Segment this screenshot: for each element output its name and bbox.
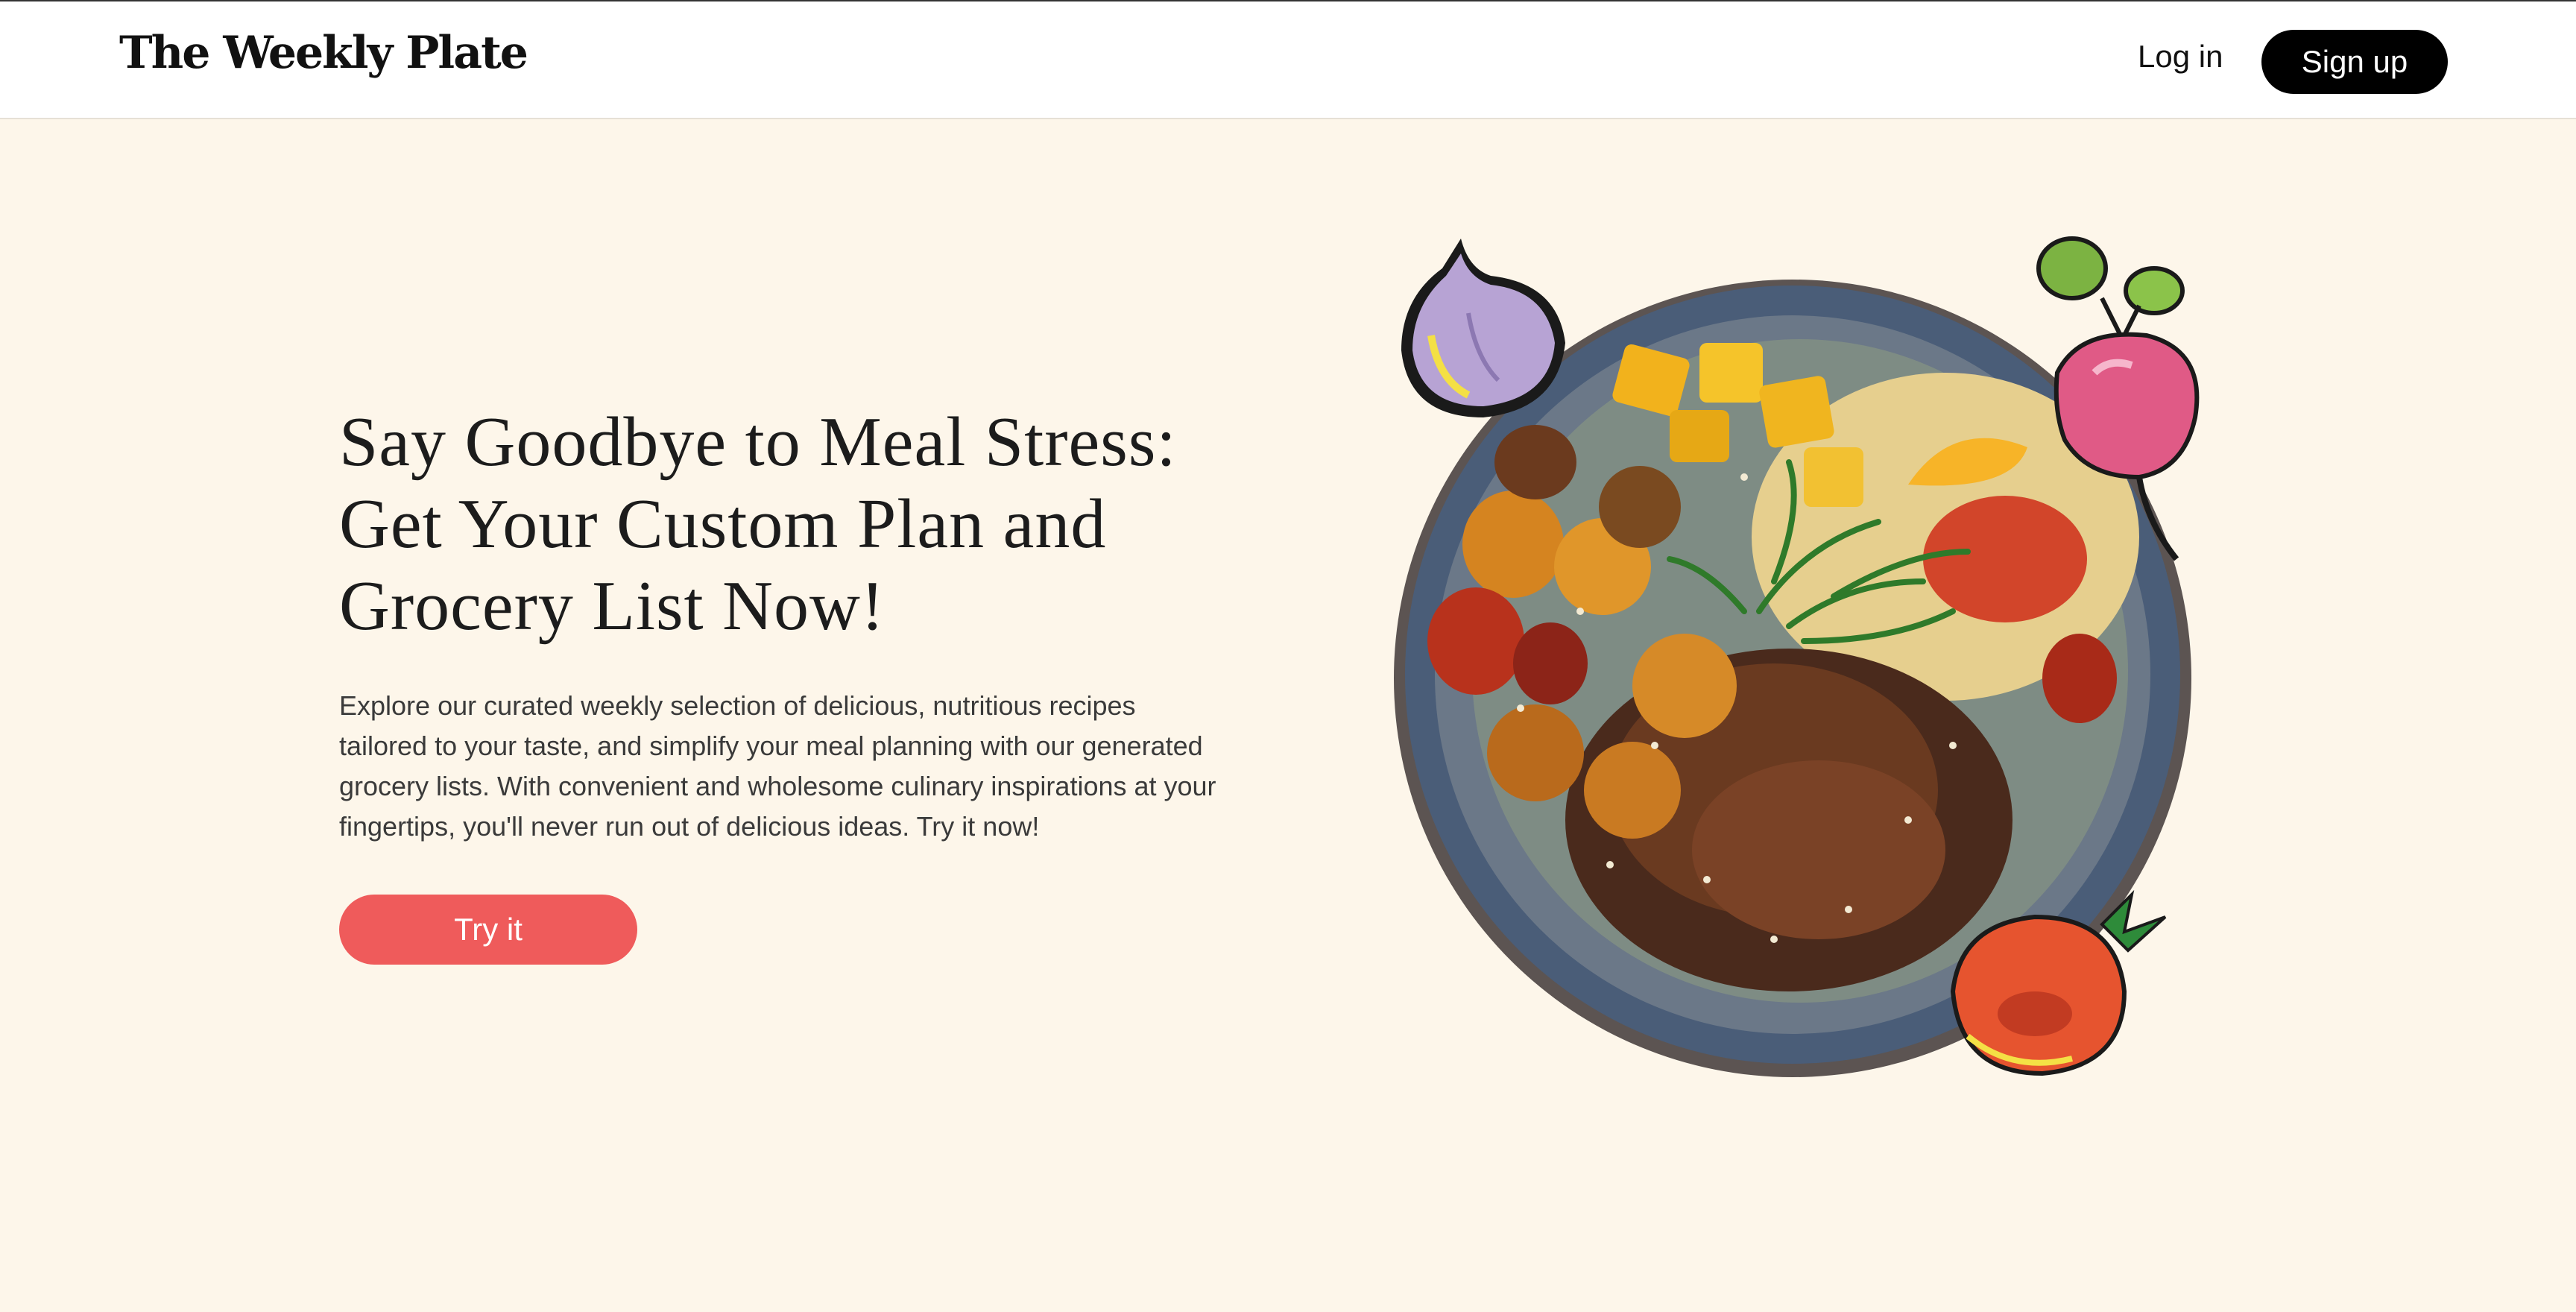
try-it-button[interactable]: Try it — [339, 895, 637, 965]
site-header: The Weekly Plate Log in Sign up — [0, 1, 2576, 119]
signup-button[interactable]: Sign up — [2261, 30, 2448, 94]
hero-title: Say Goodbye to Meal Stress: Get Your Cus… — [339, 403, 1177, 645]
hero-illustration — [1394, 236, 2200, 1077]
brand-logo[interactable]: The Weekly Plate — [119, 27, 528, 79]
onion-icon — [1401, 239, 1565, 417]
hero-description: Explore our curated weekly selection of … — [339, 690, 1216, 842]
login-link[interactable]: Log in — [2138, 39, 2223, 75]
